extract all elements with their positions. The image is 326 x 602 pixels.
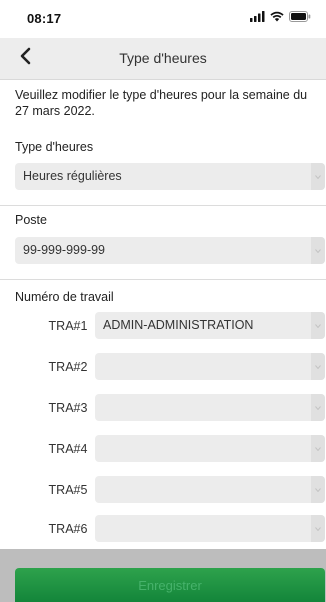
divider bbox=[0, 205, 326, 206]
tra-6-select[interactable] bbox=[95, 515, 325, 542]
tra-4-label: TRA#4 bbox=[48, 442, 88, 456]
chevron-down-icon bbox=[311, 237, 325, 264]
tra-6-label: TRA#6 bbox=[48, 522, 88, 536]
intro-text: Veuillez modifier le type d'heures pour … bbox=[15, 88, 308, 118]
tra-2-label: TRA#2 bbox=[48, 360, 88, 374]
hour-type-select[interactable]: Heures régulières bbox=[15, 163, 325, 190]
tra-1-label: TRA#1 bbox=[48, 319, 88, 333]
status-bar: 08:17 bbox=[0, 0, 326, 38]
chevron-down-icon bbox=[311, 163, 325, 190]
save-button-label: Enregistrer bbox=[138, 577, 202, 593]
work-number-label: Numéro de travail bbox=[15, 290, 114, 304]
chevron-down-icon bbox=[311, 435, 325, 462]
tra-5-label: TRA#5 bbox=[48, 483, 88, 497]
poste-value: 99-999-999-99 bbox=[23, 243, 106, 257]
poste-select[interactable]: 99-999-999-99 bbox=[15, 237, 325, 264]
chevron-down-icon bbox=[311, 312, 325, 339]
wifi-icon bbox=[270, 9, 284, 27]
status-icons bbox=[250, 11, 311, 25]
tra-4-select[interactable] bbox=[95, 435, 325, 462]
chevron-down-icon bbox=[311, 394, 325, 421]
tra-1-select[interactable]: ADMIN-ADMINISTRATION bbox=[95, 312, 325, 339]
signal-icon bbox=[250, 9, 265, 27]
status-time: 08:17 bbox=[27, 11, 62, 26]
divider bbox=[0, 279, 326, 280]
tra-3-select[interactable] bbox=[95, 394, 325, 421]
battery-icon bbox=[289, 9, 311, 27]
poste-label: Poste bbox=[15, 213, 47, 227]
nav-bar: Type d'heures bbox=[0, 38, 326, 80]
tra-3-label: TRA#3 bbox=[48, 401, 88, 415]
tra-2-select[interactable] bbox=[95, 353, 325, 380]
hour-type-label: Type d'heures bbox=[15, 140, 94, 154]
page-title: Type d'heures bbox=[119, 50, 207, 66]
chevron-down-icon bbox=[311, 476, 325, 503]
tra-1-value: ADMIN-ADMINISTRATION bbox=[103, 318, 254, 332]
save-button[interactable]: Enregistrer bbox=[15, 568, 325, 602]
hour-type-value: Heures régulières bbox=[23, 169, 122, 183]
chevron-down-icon bbox=[311, 515, 325, 542]
chevron-down-icon bbox=[311, 353, 325, 380]
footer-bar: Enregistrer bbox=[0, 549, 326, 602]
tra-5-select[interactable] bbox=[95, 476, 325, 503]
